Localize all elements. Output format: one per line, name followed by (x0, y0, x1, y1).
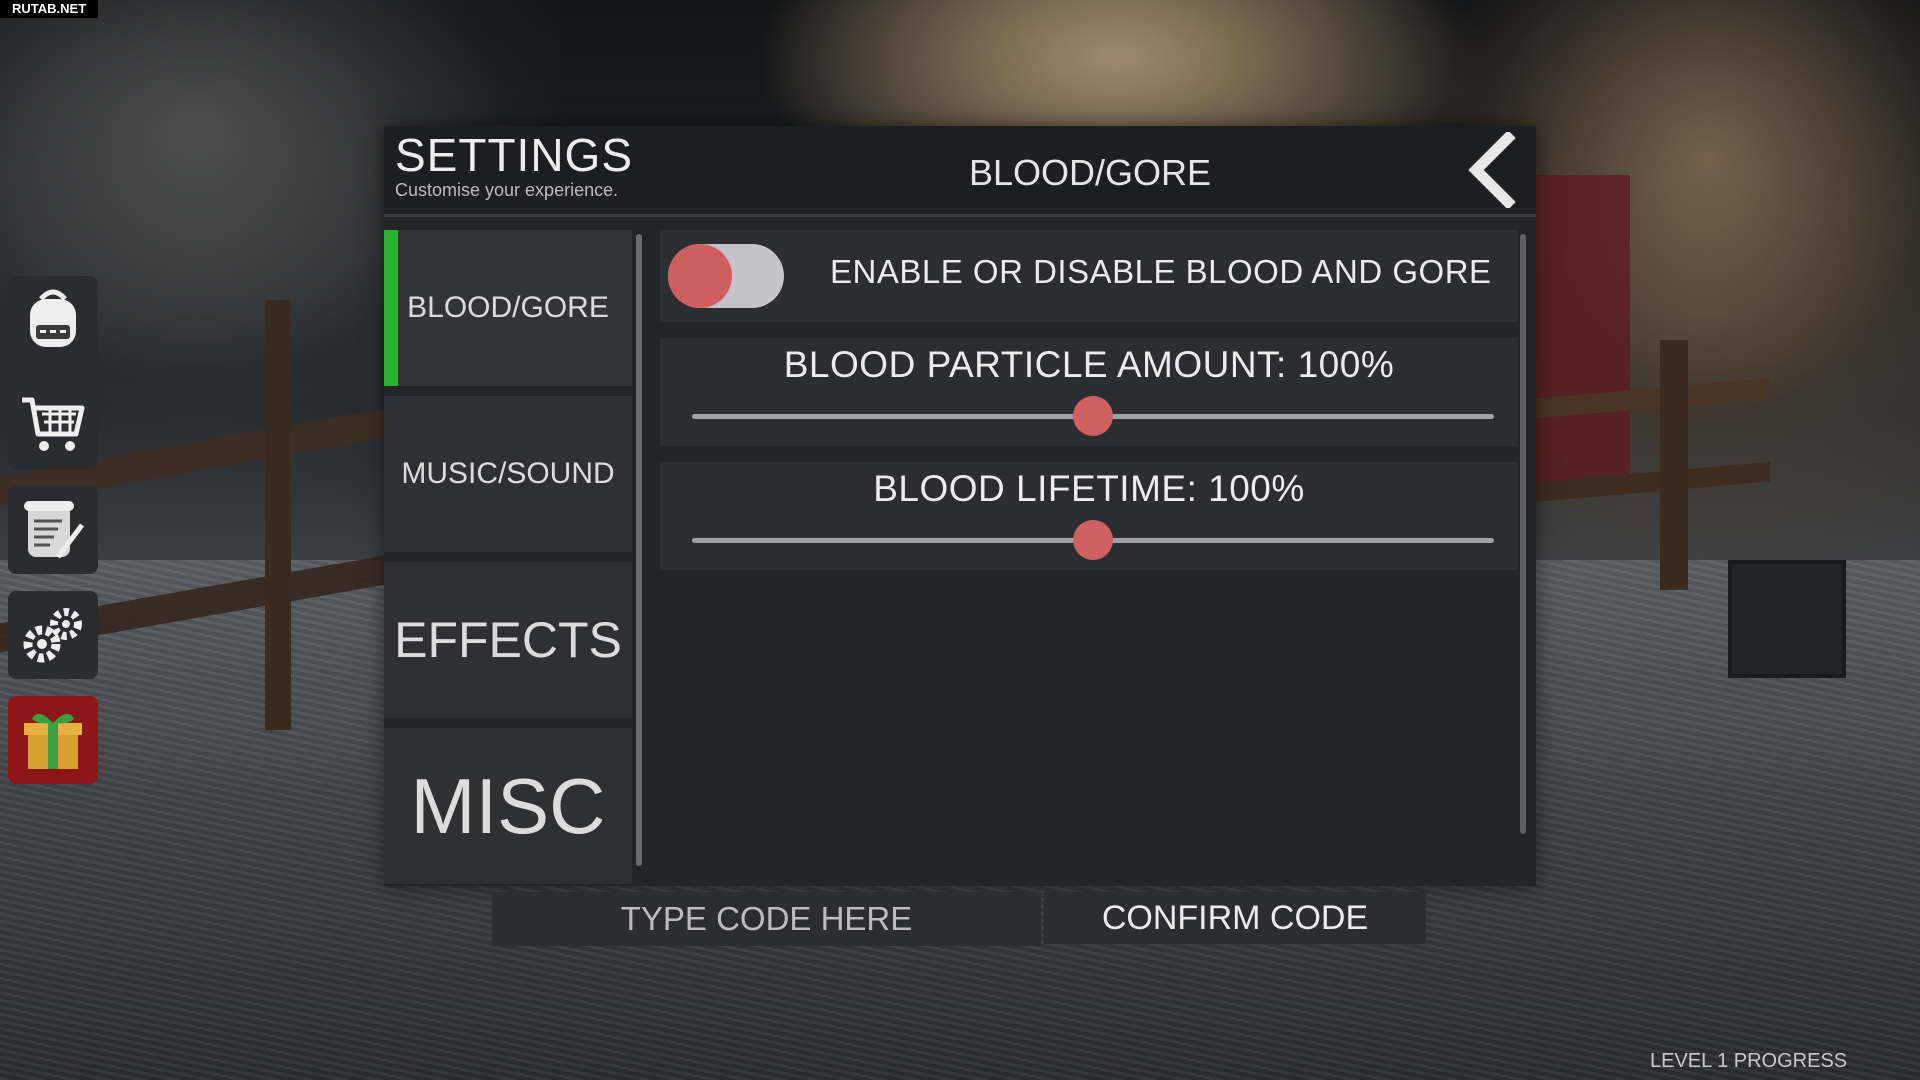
background-fence-post-right (1660, 340, 1688, 590)
confirm-code-button[interactable]: CONFIRM CODE (1044, 892, 1426, 944)
tab-label: BLOOD/GORE (407, 291, 609, 324)
background-fence-post (265, 300, 291, 730)
slider-thumb[interactable] (1073, 396, 1113, 436)
toggle-label: ENABLE OR DISABLE BLOOD AND GORE (830, 253, 1492, 290)
settings-title: SETTINGS (395, 129, 634, 181)
shop-button[interactable] (8, 381, 98, 469)
gears-icon (23, 608, 82, 663)
settings-panel: SETTINGS Customise your experience. BLOO… (384, 126, 1536, 886)
blood-lifetime-label: BLOOD LIFETIME: 100% (873, 468, 1305, 509)
inventory-button[interactable] (8, 276, 98, 364)
background-lantern (1728, 560, 1846, 678)
settings-header: SETTINGS Customise your experience. BLOO… (384, 126, 1536, 217)
settings-button[interactable] (8, 591, 98, 679)
chevron-left-icon (1468, 130, 1516, 210)
tab-label: MUSIC/SOUND (401, 457, 615, 490)
quests-button[interactable] (8, 486, 98, 574)
section-title: BLOOD/GORE (969, 152, 1212, 193)
tab-music-sound[interactable]: MUSIC/SOUND (384, 396, 632, 552)
gift-button[interactable] (8, 696, 98, 784)
backpack-icon (30, 289, 76, 347)
content-scrollbar[interactable] (1520, 234, 1526, 834)
tabs-scrollbar[interactable] (636, 234, 642, 866)
back-button[interactable] (1464, 130, 1522, 210)
blood-particle-label: BLOOD PARTICLE AMOUNT: 100% (783, 344, 1395, 385)
slider-thumb[interactable] (1073, 520, 1113, 560)
blood-gore-toggle[interactable] (668, 244, 784, 308)
settings-content: ENABLE OR DISABLE BLOOD AND GORE BLOOD P… (660, 230, 1518, 586)
tab-label: MISC (410, 761, 606, 850)
blood-particle-row: BLOOD PARTICLE AMOUNT: 100% (660, 338, 1518, 446)
hud-sidebar (8, 276, 100, 801)
settings-tabs: BLOOD/GORE MUSIC/SOUND EFFECTS MISC (384, 230, 632, 894)
code-bar: CONFIRM CODE (492, 892, 1426, 946)
blood-lifetime-row: BLOOD LIFETIME: 100% (660, 462, 1518, 570)
cart-icon (22, 397, 85, 451)
toggle-knob (668, 244, 732, 308)
gift-icon (24, 713, 82, 769)
settings-subtitle: Customise your experience. (395, 180, 619, 200)
blood-particle-slider[interactable] (692, 396, 1494, 436)
level-progress-label: LEVEL 1 PROGRESS (1650, 1050, 1848, 1072)
watermark: RUTAB.NET (0, 0, 99, 18)
tab-effects[interactable]: EFFECTS (384, 562, 632, 718)
scroll-icon (24, 501, 84, 559)
tab-blood-gore[interactable]: BLOOD/GORE (384, 230, 632, 386)
code-input[interactable] (492, 892, 1041, 946)
tab-label: EFFECTS (394, 612, 622, 668)
blood-lifetime-slider[interactable] (692, 520, 1494, 560)
blood-gore-toggle-row: ENABLE OR DISABLE BLOOD AND GORE (660, 230, 1518, 322)
tab-misc[interactable]: MISC (384, 728, 632, 884)
